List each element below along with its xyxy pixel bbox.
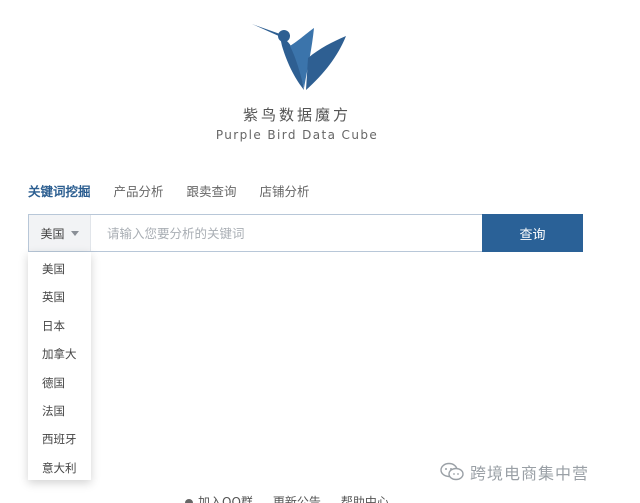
country-option-ca[interactable]: 加拿大 xyxy=(28,340,91,368)
country-dropdown: 美国 英国 日本 加拿大 德国 法国 西班牙 意大利 xyxy=(28,252,91,480)
footer-link-label: 加入QQ群 xyxy=(198,495,253,503)
tab-keyword-mining[interactable]: 关键词挖掘 xyxy=(28,184,91,200)
tab-store-analysis[interactable]: 店铺分析 xyxy=(260,184,310,200)
country-select-value: 美国 xyxy=(40,226,65,241)
feature-tabs: 关键词挖掘 产品分析 跟卖查询 店铺分析 xyxy=(28,184,333,200)
footer-link-updates[interactable]: 更新公告 xyxy=(273,493,321,503)
country-select[interactable]: 美国 xyxy=(29,215,91,251)
watermark-text: 跨境电商集中营 xyxy=(470,464,590,483)
query-button[interactable]: 查询 xyxy=(482,214,583,252)
keyword-input[interactable] xyxy=(91,215,482,251)
brand-name-en: Purple Bird Data Cube xyxy=(215,128,379,142)
country-option-de[interactable]: 德国 xyxy=(28,369,91,397)
watermark: 跨境电商集中营 xyxy=(440,460,589,484)
hummingbird-logo xyxy=(252,24,346,90)
footer-links: 加入QQ群 更新公告 帮助中心 xyxy=(185,493,409,503)
country-option-it[interactable]: 意大利 xyxy=(28,454,91,482)
country-option-us[interactable]: 美国 xyxy=(28,255,91,283)
footer-link-help[interactable]: 帮助中心 xyxy=(341,493,389,503)
wechat-icon xyxy=(440,462,464,481)
tab-product-analysis[interactable]: 产品分析 xyxy=(114,184,164,200)
country-option-uk[interactable]: 英国 xyxy=(28,283,91,311)
country-option-jp[interactable]: 日本 xyxy=(28,312,91,340)
country-option-fr[interactable]: 法国 xyxy=(28,397,91,425)
qq-icon xyxy=(185,498,193,503)
country-option-es[interactable]: 西班牙 xyxy=(28,425,91,453)
search-bar: 美国 查询 xyxy=(28,214,583,252)
footer-link-qq-group[interactable]: 加入QQ群 xyxy=(185,493,253,503)
caret-down-icon xyxy=(70,230,79,236)
tab-follow-sell-query[interactable]: 跟卖查询 xyxy=(187,184,237,200)
brand-name-cn: 紫鸟数据魔方 xyxy=(242,106,351,124)
